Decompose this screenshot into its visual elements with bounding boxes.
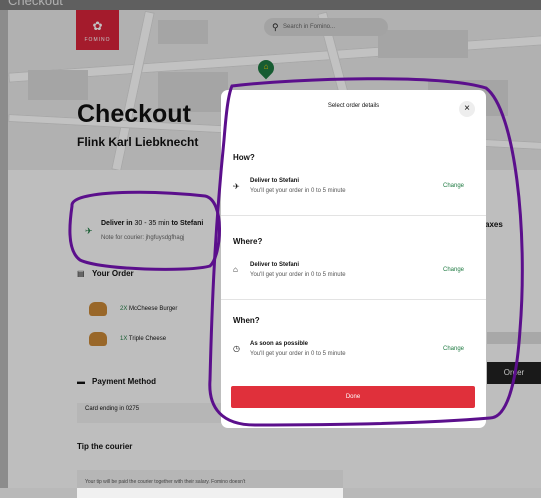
annotation-modal-circle (208, 77, 524, 427)
annotation-delivery-circle (68, 190, 221, 271)
annotation-overlay (68, 77, 524, 427)
